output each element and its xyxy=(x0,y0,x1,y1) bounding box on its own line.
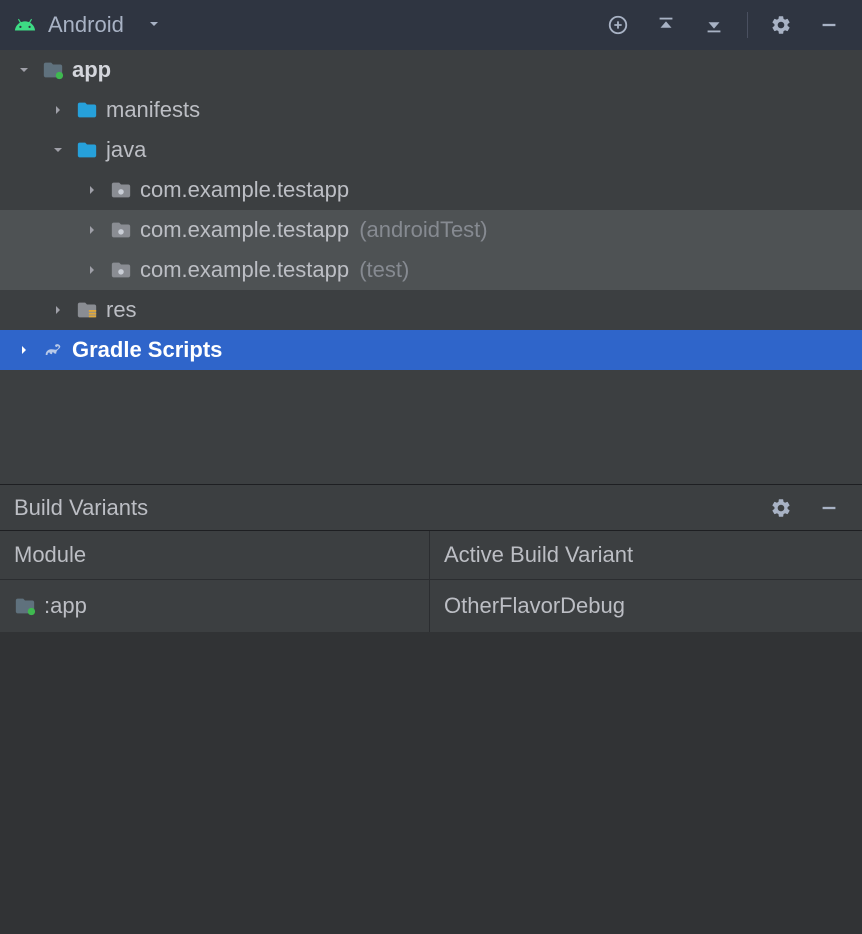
collapse-all-icon[interactable] xyxy=(695,6,733,44)
folder-icon xyxy=(76,99,98,121)
project-view-selector-label[interactable]: Android xyxy=(48,12,124,38)
chevron-down-icon[interactable] xyxy=(48,140,68,160)
chevron-right-icon[interactable] xyxy=(48,100,68,120)
hide-icon[interactable] xyxy=(810,6,848,44)
folder-icon xyxy=(76,139,98,161)
chevron-right-icon[interactable] xyxy=(82,180,102,200)
project-view-toolbar: Android xyxy=(0,0,862,50)
tree-node-app[interactable]: app xyxy=(0,50,862,90)
build-variants-header: Build Variants xyxy=(0,484,862,530)
dropdown-arrow-icon[interactable] xyxy=(146,12,162,38)
tree-label: com.example.testapp xyxy=(140,177,349,203)
table-row: :app OtherFlavorDebug xyxy=(0,580,862,632)
resources-folder-icon xyxy=(76,299,98,321)
module-folder-icon xyxy=(14,595,36,617)
tree-node-package-androidTest[interactable]: com.example.testapp (androidTest) xyxy=(0,210,862,250)
chevron-right-icon[interactable] xyxy=(82,220,102,240)
chevron-right-icon[interactable] xyxy=(14,340,34,360)
variant-cell[interactable]: OtherFlavorDebug xyxy=(430,580,862,632)
tree-node-manifests[interactable]: manifests xyxy=(0,90,862,130)
build-variants-table-header: Module Active Build Variant xyxy=(0,530,862,580)
tree-node-res[interactable]: res xyxy=(0,290,862,330)
settings-icon[interactable] xyxy=(762,489,800,527)
toolbar-divider xyxy=(747,12,748,38)
project-tree: app manifests java com.example.testapp xyxy=(0,50,862,484)
select-opened-file-icon[interactable] xyxy=(599,6,637,44)
chevron-right-icon[interactable] xyxy=(82,260,102,280)
hide-icon[interactable] xyxy=(810,489,848,527)
chevron-right-icon[interactable] xyxy=(48,300,68,320)
build-variants-table: Module Active Build Variant :app OtherFl… xyxy=(0,530,862,632)
android-icon xyxy=(14,14,36,36)
module-folder-icon xyxy=(42,59,64,81)
tree-label: java xyxy=(106,137,146,163)
chevron-down-icon[interactable] xyxy=(14,60,34,80)
tree-label: com.example.testapp (test) xyxy=(140,257,409,283)
module-name: :app xyxy=(44,593,87,619)
tree-node-java[interactable]: java xyxy=(0,130,862,170)
tree-label: res xyxy=(106,297,137,323)
expand-all-icon[interactable] xyxy=(647,6,685,44)
settings-icon[interactable] xyxy=(762,6,800,44)
gradle-icon xyxy=(42,339,64,361)
module-cell[interactable]: :app xyxy=(0,580,430,632)
package-icon xyxy=(110,259,132,281)
tree-node-gradle-scripts[interactable]: Gradle Scripts xyxy=(0,330,862,370)
tree-label: app xyxy=(72,57,111,83)
tree-node-package-test[interactable]: com.example.testapp (test) xyxy=(0,250,862,290)
tree-label: manifests xyxy=(106,97,200,123)
build-variants-empty-area xyxy=(0,632,862,934)
column-header-module[interactable]: Module xyxy=(0,531,430,579)
build-variants-title: Build Variants xyxy=(14,495,752,521)
column-header-variant[interactable]: Active Build Variant xyxy=(430,531,862,579)
tree-node-package-main[interactable]: com.example.testapp xyxy=(0,170,862,210)
package-icon xyxy=(110,219,132,241)
build-variants-panel: Build Variants Module Active Build Varia… xyxy=(0,484,862,934)
package-icon xyxy=(110,179,132,201)
tree-label: com.example.testapp (androidTest) xyxy=(140,217,488,243)
tree-label: Gradle Scripts xyxy=(72,337,222,363)
